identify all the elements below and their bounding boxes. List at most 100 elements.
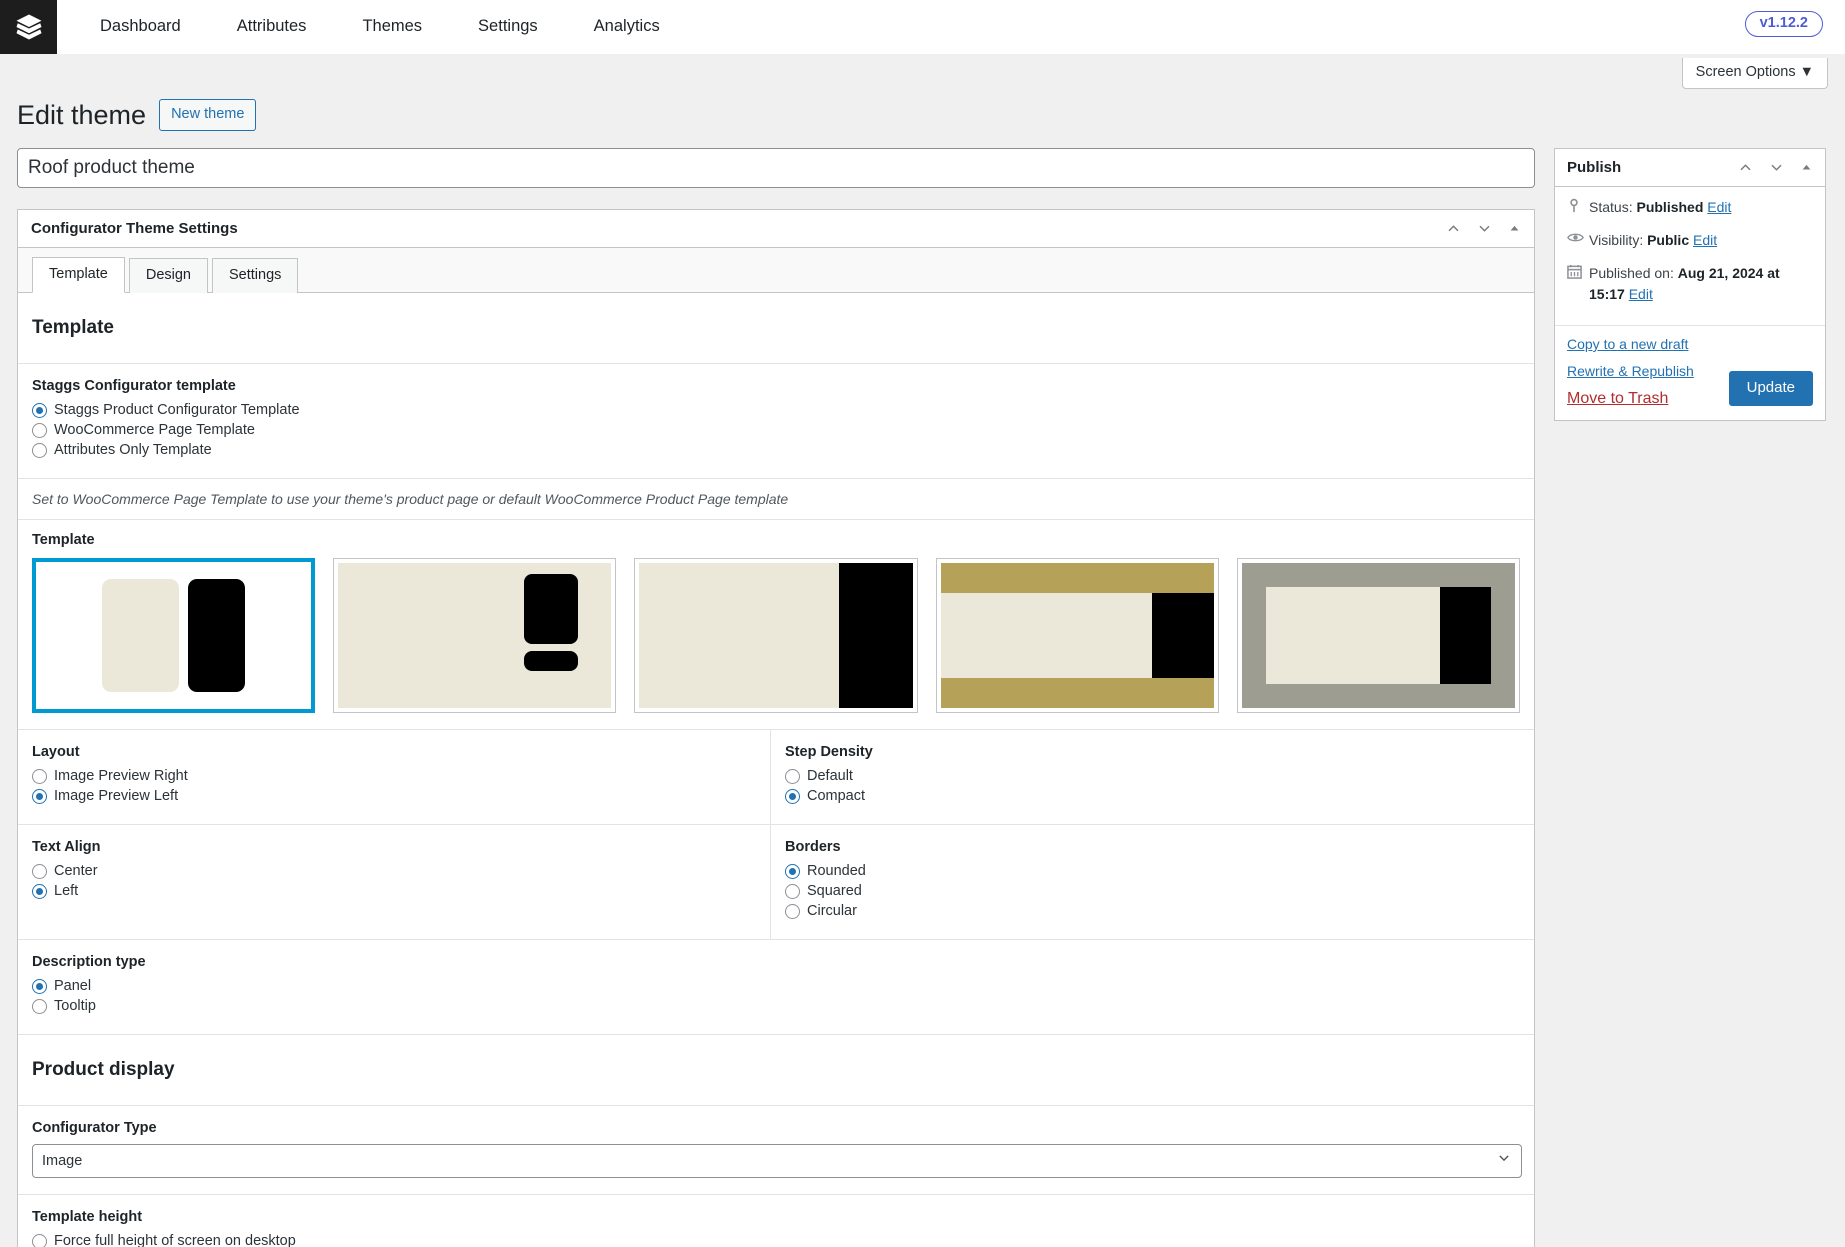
primary-nav: Dashboard Attributes Themes Settings Ana… [100, 0, 699, 53]
pin-icon [1567, 197, 1589, 214]
radio-text-align-left[interactable]: Left [32, 883, 770, 899]
move-down-icon[interactable] [1477, 221, 1492, 236]
radio-label: Center [54, 863, 98, 879]
move-up-icon[interactable] [1738, 160, 1753, 175]
layers-stack-icon [14, 12, 44, 42]
radio-description-panel[interactable]: Panel [32, 978, 1534, 994]
radio-woocommerce-page-template[interactable]: WooCommerce Page Template [32, 422, 1534, 438]
field-text-align: Text Align Center Left [18, 825, 771, 939]
eye-icon [1567, 230, 1589, 244]
nav-item-themes[interactable]: Themes [362, 17, 461, 36]
field-configurator-type: Configurator Type Image [18, 1106, 1534, 1195]
status-value: Published [1636, 199, 1704, 215]
radio-borders-squared[interactable]: Squared [785, 883, 1534, 899]
publish-panel-header: Publish [1555, 149, 1825, 187]
field-label: Text Align [32, 839, 101, 855]
page-title: Edit theme [17, 99, 147, 130]
move-up-icon[interactable] [1446, 221, 1461, 236]
copy-to-new-draft-link[interactable]: Copy to a new draft [1567, 336, 1813, 352]
field-label: Configurator Type [32, 1120, 157, 1136]
radio-borders-circular[interactable]: Circular [785, 903, 1534, 919]
radio-indicator [32, 768, 47, 784]
visibility-edit-link[interactable]: Edit [1693, 232, 1717, 248]
template-thumb-gold-bars-black-column[interactable] [935, 558, 1219, 713]
radio-image-preview-right[interactable]: Image Preview Right [32, 768, 770, 784]
published-on-prefix: Published on: [1589, 265, 1674, 281]
radio-text-align-center[interactable]: Center [32, 863, 770, 879]
radio-indicator [785, 788, 800, 804]
published-on-edit-link[interactable]: Edit [1629, 286, 1653, 302]
row-layout-step-density: Layout Image Preview Right Image Preview… [18, 730, 1534, 825]
template-thumbnail-list [32, 558, 1521, 713]
field-layout: Layout Image Preview Right Image Preview… [18, 730, 771, 824]
field-label: Layout [32, 744, 80, 760]
field-label: Borders [785, 839, 841, 855]
preview-bar-top [940, 563, 1214, 593]
field-template-height: Template height Force full height of scr… [18, 1195, 1534, 1247]
publish-panel-footer: Copy to a new draft Rewrite & Republish … [1555, 326, 1825, 420]
section-heading-product-display: Product display [18, 1035, 1534, 1106]
nav-item-settings[interactable]: Settings [478, 17, 577, 36]
screen-options-button[interactable]: Screen Options ▼ [1681, 58, 1828, 89]
app-logo[interactable] [0, 0, 57, 54]
field-template-picker: Template [18, 520, 1534, 730]
nav-item-attributes[interactable]: Attributes [237, 17, 346, 36]
radio-attributes-only-template[interactable]: Attributes Only Template [32, 442, 1534, 458]
radio-step-density-compact[interactable]: Compact [785, 788, 1534, 804]
new-theme-button[interactable]: New theme [159, 99, 257, 131]
radio-staggs-product-configurator-template[interactable]: Staggs Product Configurator Template [32, 402, 1534, 418]
configurator-theme-settings-panel: Configurator Theme Settings Template Des… [17, 209, 1535, 1247]
toggle-panel-icon[interactable] [1508, 222, 1521, 235]
radio-indicator [785, 883, 800, 899]
publish-status-row: Status: Published Edit [1567, 197, 1813, 218]
toggle-panel-icon[interactable] [1800, 161, 1813, 174]
radio-indicator [32, 998, 47, 1014]
radio-borders-rounded[interactable]: Rounded [785, 863, 1534, 879]
radio-indicator [32, 442, 47, 458]
nav-item-dashboard[interactable]: Dashboard [100, 17, 220, 36]
template-thumb-gray-frame-black-column[interactable] [1236, 558, 1521, 713]
move-to-trash-link[interactable]: Move to Trash [1567, 390, 1668, 407]
radio-label: Rounded [807, 863, 866, 879]
theme-title-input[interactable] [17, 148, 1535, 188]
preview-block-dark-column [1151, 593, 1214, 678]
template-thumb-split-centered-blocks[interactable] [32, 558, 316, 713]
template-thumb-cream-full-right-stack[interactable] [333, 558, 617, 713]
field-staggs-configurator-template: Staggs Configurator template Staggs Prod… [18, 364, 1534, 479]
panel-header-controls [1446, 221, 1521, 236]
content-area: Configurator Theme Settings Template Des… [0, 134, 1845, 1247]
field-borders: Borders Rounded Squared Circular [771, 825, 1534, 939]
publish-panel-title: Publish [1567, 159, 1622, 176]
field-step-density: Step Density Default Compact [771, 730, 1534, 824]
radio-step-density-default[interactable]: Default [785, 768, 1534, 784]
nav-item-analytics[interactable]: Analytics [594, 17, 699, 36]
update-button[interactable]: Update [1728, 371, 1813, 406]
radio-indicator [32, 422, 47, 438]
main-column: Configurator Theme Settings Template Des… [17, 148, 1535, 1247]
preview-block-dark [188, 579, 246, 692]
tab-settings[interactable]: Settings [211, 258, 299, 293]
panel-header: Configurator Theme Settings [18, 210, 1534, 248]
field-label: Step Density [785, 744, 873, 760]
radio-description-tooltip[interactable]: Tooltip [32, 998, 1534, 1014]
radio-indicator [32, 1233, 47, 1247]
screen-options-bar: Screen Options ▼ [0, 54, 1845, 90]
section-heading-template: Template [18, 293, 1534, 364]
tab-design[interactable]: Design [128, 258, 208, 293]
radio-label: Attributes Only Template [54, 442, 212, 458]
radio-image-preview-left[interactable]: Image Preview Left [32, 788, 770, 804]
radio-label: Force full height of screen on desktop [54, 1233, 296, 1247]
move-down-icon[interactable] [1769, 160, 1784, 175]
tab-template[interactable]: Template [32, 257, 125, 293]
radio-indicator [32, 788, 47, 804]
radio-label: Image Preview Left [54, 788, 179, 804]
radio-indicator [785, 768, 800, 784]
radio-force-full-height[interactable]: Force full height of screen on desktop [32, 1233, 1534, 1247]
screen-options-label: Screen Options [1695, 64, 1796, 80]
template-thumb-cream-left-black-right[interactable] [634, 558, 918, 713]
status-edit-link[interactable]: Edit [1707, 199, 1731, 215]
panel-title: Configurator Theme Settings [31, 220, 238, 237]
radio-label: Panel [54, 978, 92, 994]
field-label: Template [32, 532, 95, 548]
configurator-type-select[interactable]: Image [32, 1144, 1522, 1178]
